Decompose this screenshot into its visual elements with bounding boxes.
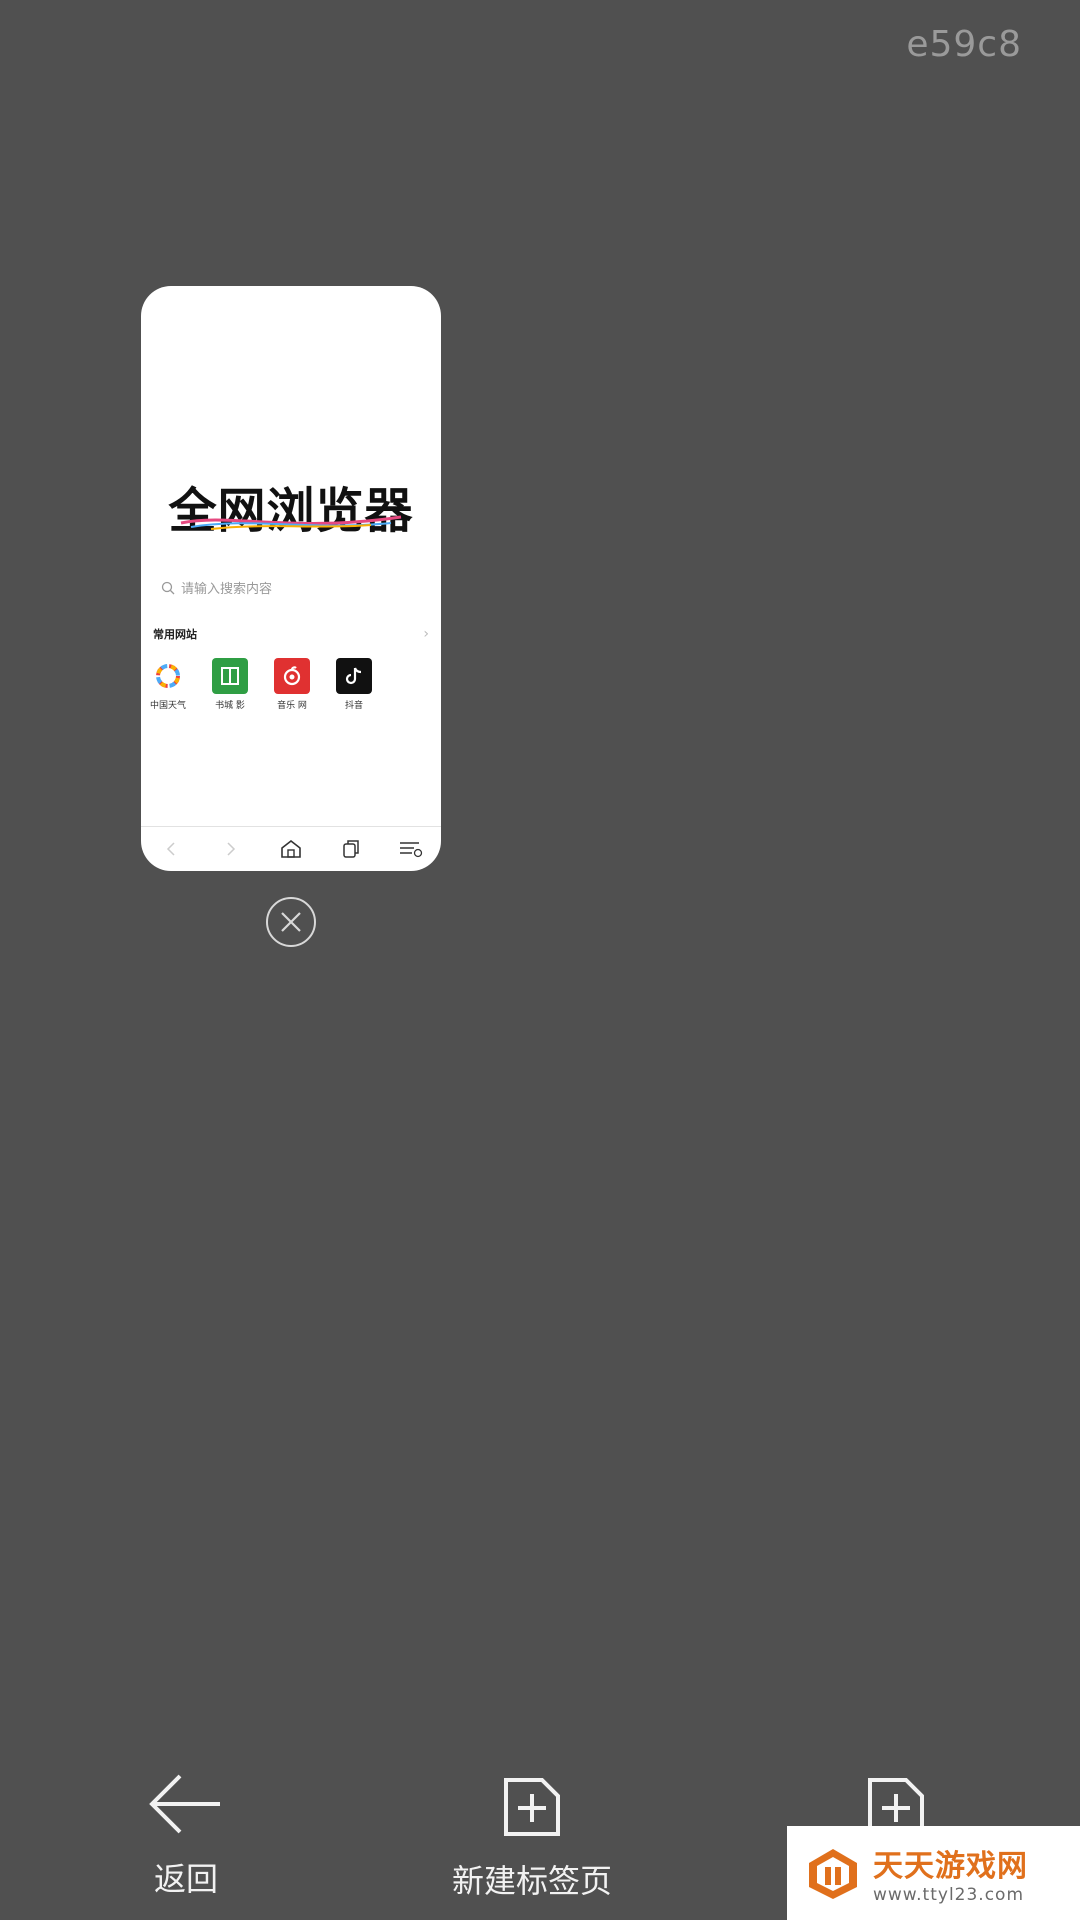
- new-tab-icon: [504, 1778, 560, 1836]
- site-label: 中国天气: [149, 701, 186, 711]
- book-icon: [212, 658, 248, 694]
- back-arrow-icon: [156, 834, 186, 864]
- close-circle-icon: [266, 897, 316, 947]
- site-item-music: 音乐 网: [271, 658, 313, 711]
- music-icon: [274, 658, 310, 694]
- common-sites-title: 常用网站: [153, 628, 197, 641]
- close-tab-button[interactable]: [265, 896, 317, 948]
- new-tab-button[interactable]: 新建标签页: [452, 1776, 612, 1902]
- back-button[interactable]: 返回: [148, 1772, 224, 1900]
- tab-switcher-screen: e59c8 全网浏览器 请输入搜索内容 常用网站 › 中国天气 书城 影 音乐 …: [0, 0, 1080, 1920]
- preview-search-box: 请输入搜索内容: [161, 578, 272, 597]
- site-label: 书城 影: [215, 701, 245, 711]
- back-label: 返回: [153, 1860, 218, 1898]
- site-item-tiktok: 抖音: [333, 658, 375, 711]
- preview-toolbar: [141, 826, 441, 871]
- tabs-icon: [336, 834, 366, 864]
- search-icon: [161, 581, 175, 594]
- weather-icon: [150, 658, 186, 694]
- home-icon: [276, 834, 306, 864]
- tab-preview-card[interactable]: 全网浏览器 请输入搜索内容 常用网站 › 中国天气 书城 影 音乐 网 抖音: [141, 286, 441, 871]
- forward-arrow-icon: [216, 834, 246, 864]
- arrow-left-icon: [149, 1774, 220, 1834]
- chevron-right-icon: ›: [423, 626, 429, 642]
- common-sites-header: 常用网站 ›: [153, 626, 429, 642]
- common-sites-list: 中国天气 书城 影 音乐 网 抖音: [147, 658, 375, 711]
- new-tab-label: 新建标签页: [452, 1862, 613, 1900]
- site-item-book: 书城 影: [209, 658, 251, 711]
- watermark-title: 天天游戏网: [873, 1849, 1028, 1884]
- site-label: 音乐 网: [277, 701, 307, 711]
- tab-id-label: e59c8: [906, 24, 1022, 65]
- brand-swoosh-decoration: [180, 515, 402, 530]
- site-label: 抖音: [344, 701, 363, 711]
- watermark-text: 天天游戏网 www.ttyl23.com: [873, 1841, 1028, 1905]
- tiktok-icon: [336, 658, 372, 694]
- watermark-url: www.ttyl23.com: [873, 1885, 1025, 1905]
- site-logo-icon: [809, 1849, 857, 1899]
- site-item-weather: 中国天气: [147, 658, 189, 711]
- watermark-badge: 天天游戏网 www.ttyl23.com: [787, 1826, 1080, 1920]
- search-placeholder: 请输入搜索内容: [181, 582, 273, 597]
- menu-icon: [396, 834, 426, 864]
